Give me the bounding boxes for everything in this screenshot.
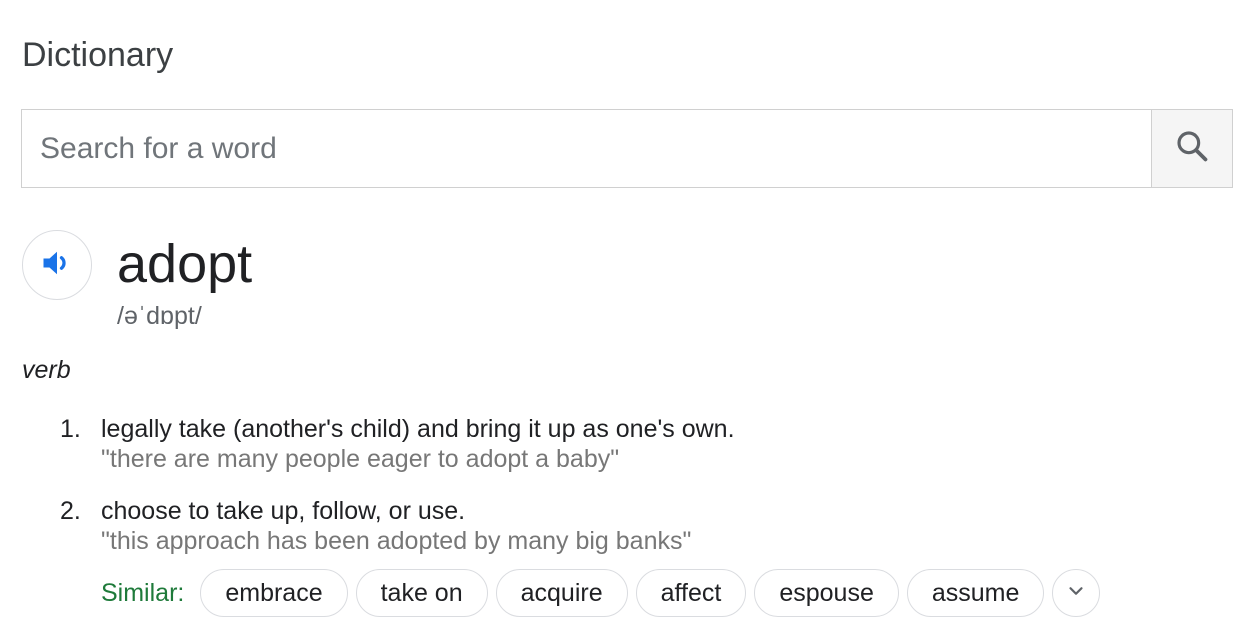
- sense-definition: choose to take up, follow, or use.: [101, 497, 466, 525]
- pronunciation-audio-button[interactable]: [22, 230, 92, 300]
- sense-definition: legally take (another's child) and bring…: [101, 415, 735, 443]
- search-input[interactable]: [22, 110, 1151, 187]
- search-box: [21, 109, 1233, 188]
- part-of-speech: verb: [22, 356, 71, 384]
- sense-number: 2.: [60, 497, 81, 525]
- similar-word-chip[interactable]: take on: [355, 569, 488, 617]
- similar-word-chip[interactable]: embrace: [200, 569, 348, 617]
- similar-word-chip[interactable]: affect: [635, 569, 747, 617]
- similar-word-chip[interactable]: espouse: [754, 569, 899, 617]
- sense-example: "there are many people eager to adopt a …: [101, 445, 620, 473]
- similar-word-chip[interactable]: acquire: [495, 569, 628, 617]
- similar-word-chip[interactable]: assume: [906, 569, 1045, 617]
- sense-example: "this approach has been adopted by many …: [101, 527, 692, 555]
- search-button[interactable]: [1151, 110, 1232, 187]
- dictionary-page: Dictionary adopt /əˈdɒpt/ verb 1. legall…: [0, 0, 1257, 636]
- similar-label: Similar:: [101, 578, 185, 607]
- search-icon: [1173, 127, 1211, 170]
- sense-number: 1.: [60, 415, 81, 443]
- headword: adopt: [117, 234, 253, 294]
- speaker-icon: [39, 245, 75, 286]
- similar-words: Similar: embrace take on acquire affect …: [101, 569, 1101, 617]
- phonetic-spelling: /əˈdɒpt/: [117, 302, 202, 330]
- expand-similar-button[interactable]: [1052, 569, 1101, 617]
- page-title: Dictionary: [22, 36, 174, 74]
- chevron-down-icon: [1065, 580, 1087, 607]
